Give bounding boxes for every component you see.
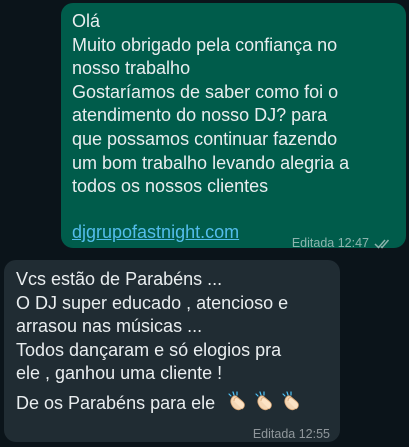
double-check-icon	[374, 239, 390, 249]
outgoing-message-text: Olá Muito obrigado pela confiança no nos…	[72, 10, 396, 199]
message-line: Olá	[72, 11, 101, 31]
clapping-hands-icon	[282, 391, 299, 411]
edited-timestamp: Editada 12:55	[252, 427, 330, 441]
edited-timestamp: Editada 12:47	[291, 236, 369, 250]
message-line: um bom trabalho levando alegria a	[72, 152, 350, 173]
message-line: arrasou nas músicas ...	[16, 316, 203, 337]
outgoing-message-meta: Editada 12:47	[292, 232, 392, 256]
outgoing-message-bubble[interactable]: Olá Muito obrigado pela confiança no nos…	[61, 3, 406, 250]
message-line-text: De os Parabéns para ele	[16, 392, 216, 413]
clapping-hands-icon	[228, 391, 245, 411]
incoming-message-bubble[interactable]: Vcs estão de Parabéns ... O DJ super edu…	[4, 260, 340, 442]
message-line: atendimento do nosso DJ? para	[72, 105, 328, 126]
message-line: ele , ganhou uma cliente !	[16, 363, 223, 384]
message-line: O DJ super educado , atencioso e	[16, 292, 289, 313]
emoji-group	[226, 389, 304, 413]
message-line: Muito obrigado pela confiança no	[72, 34, 338, 55]
message-line: Todos dançaram e só elogios pra	[16, 339, 282, 360]
message-line: nosso trabalho	[72, 58, 191, 79]
message-line: Vcs estão de Parabéns ...	[16, 269, 223, 289]
clapping-hands-icon	[255, 391, 272, 411]
incoming-message-meta: Editada 12:55	[253, 423, 330, 447]
message-line: todos os nossos clientes	[72, 176, 269, 197]
message-line: Gostaríamos de saber como foi o	[72, 81, 339, 102]
message-line: De os Parabéns para ele	[16, 389, 330, 416]
incoming-message-text: Vcs estão de Parabéns ... O DJ super edu…	[16, 268, 330, 416]
message-line: que possamos continuar fazendo	[72, 128, 338, 149]
website-link[interactable]: djgrupofastnight.com	[72, 222, 239, 242]
